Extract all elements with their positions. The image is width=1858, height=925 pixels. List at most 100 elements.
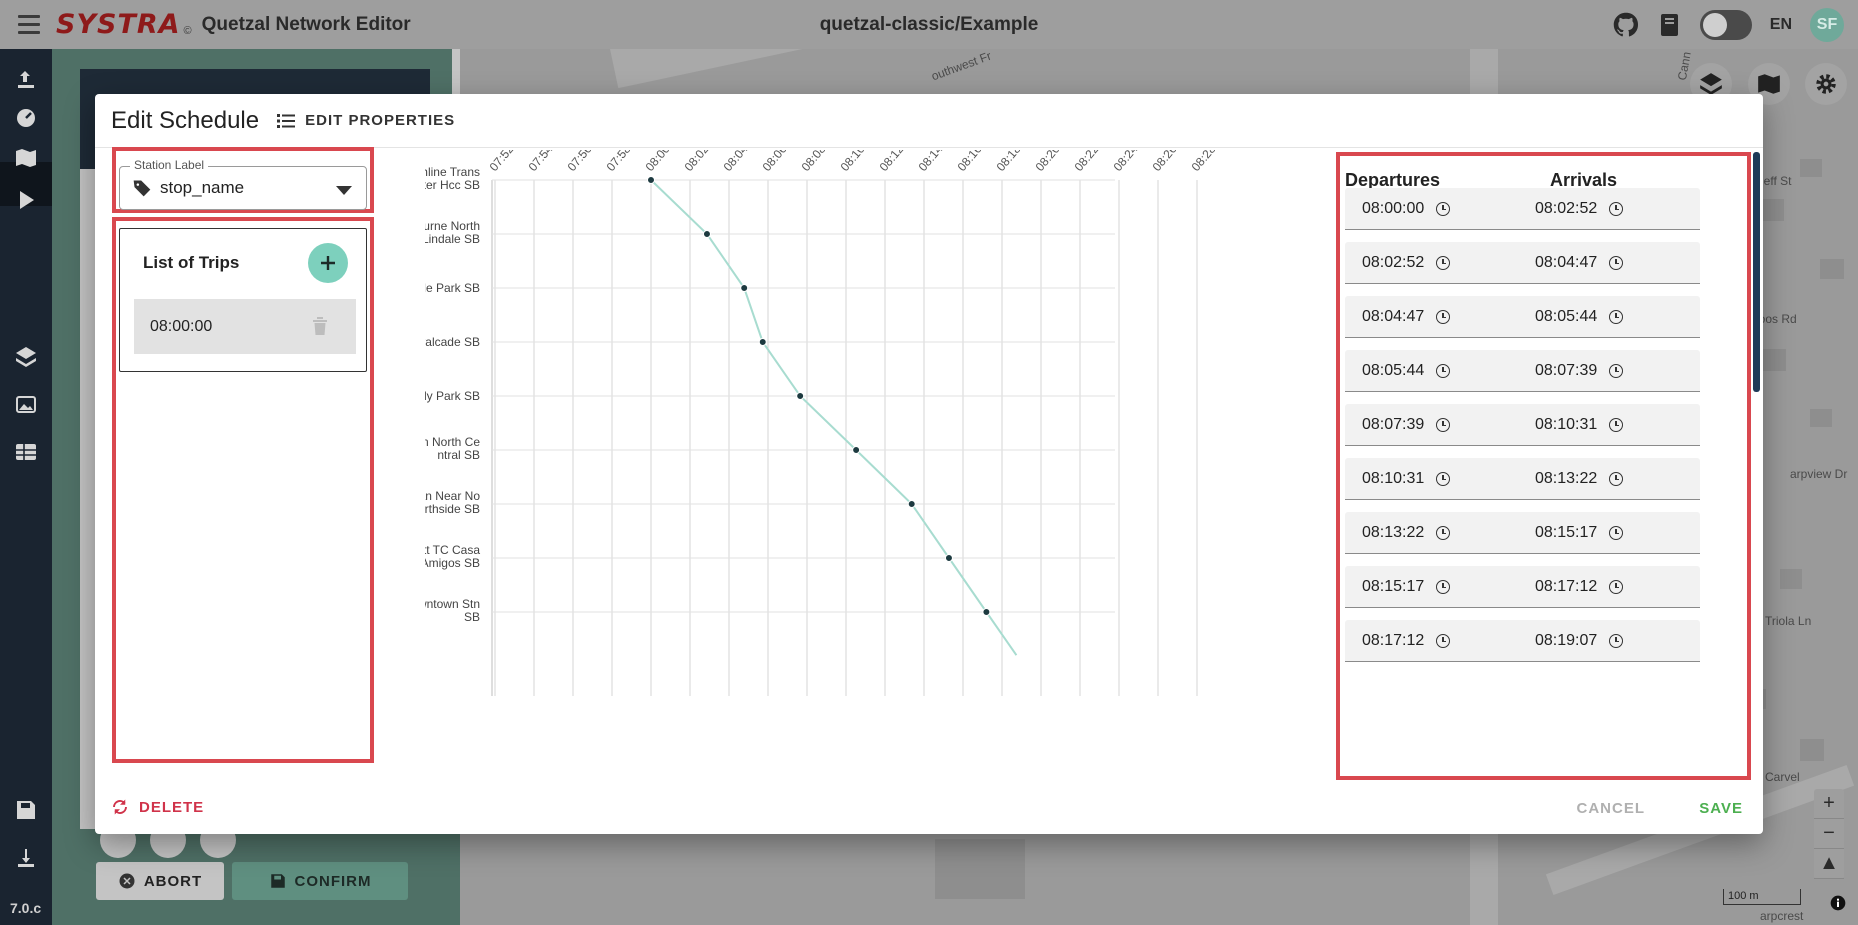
cancel-button[interactable]: CANCEL — [1577, 800, 1646, 817]
download-icon[interactable] — [14, 846, 38, 870]
departure-time-field[interactable]: 08:05:44 — [1345, 350, 1527, 392]
x-tick-label: 07:52 — [487, 150, 517, 174]
station-label-select[interactable]: Station Label stop_name — [119, 158, 367, 210]
clock-icon[interactable] — [1436, 633, 1451, 648]
station-label: SB — [464, 610, 480, 624]
delete-button[interactable]: DELETE — [111, 798, 204, 816]
stop-point — [796, 392, 805, 400]
stop-point — [758, 338, 767, 346]
departure-time-field[interactable]: 08:17:12 — [1345, 620, 1527, 662]
speedometer-icon[interactable] — [14, 105, 38, 129]
arrival-time-field[interactable]: 08:15:17 — [1518, 512, 1700, 554]
x-tick-label: 08:12 — [877, 150, 907, 174]
top-app-bar: SYSTRA © Quetzal Network Editor quetzal-… — [0, 0, 1858, 49]
delete-label: DELETE — [139, 798, 205, 816]
x-tick-label: 07:58 — [604, 150, 634, 174]
time-value: 08:02:52 — [1362, 253, 1425, 271]
arrival-time-field[interactable]: 08:05:44 — [1518, 296, 1700, 338]
time-value: 08:10:31 — [1362, 469, 1425, 487]
dialog-scrollbar[interactable] — [1753, 152, 1760, 392]
departure-time-field[interactable]: 08:13:22 — [1345, 512, 1527, 554]
map-icon[interactable] — [14, 146, 38, 170]
arrival-time-field[interactable]: 08:02:52 — [1518, 188, 1700, 230]
time-value: 08:04:47 — [1362, 307, 1425, 325]
arrival-time-field[interactable]: 08:19:07 — [1518, 620, 1700, 662]
play-icon[interactable] — [14, 188, 38, 212]
time-value: 08:19:07 — [1535, 631, 1598, 649]
departure-time-field[interactable]: 08:07:39 — [1345, 404, 1527, 446]
departure-time-field[interactable]: 08:10:31 — [1345, 458, 1527, 500]
trip-item[interactable]: 08:00:00 — [134, 299, 356, 354]
clock-icon[interactable] — [1436, 201, 1451, 216]
departure-time-field[interactable]: 08:04:47 — [1345, 296, 1527, 338]
clock-icon[interactable] — [1609, 309, 1624, 324]
departure-time-field[interactable]: 08:02:52 — [1345, 242, 1527, 284]
clock-icon[interactable] — [1609, 471, 1624, 486]
github-icon[interactable] — [1612, 11, 1640, 39]
stop-point — [740, 284, 749, 292]
abort-label: ABORT — [143, 872, 203, 890]
clock-icon[interactable] — [1609, 525, 1624, 540]
x-tick-label: 08:26 — [1150, 150, 1180, 174]
trips-card: List of Trips 08:00:00 — [119, 228, 367, 372]
save-icon[interactable] — [14, 798, 38, 822]
list-icon — [277, 113, 296, 128]
upload-icon[interactable] — [14, 67, 38, 91]
departure-time-field[interactable]: 08:00:00 — [1345, 188, 1527, 230]
settings-button[interactable] — [1805, 63, 1847, 105]
confirm-button[interactable]: CONFIRM — [232, 862, 408, 900]
abort-button[interactable]: ABORT — [96, 862, 224, 900]
clock-icon[interactable] — [1436, 255, 1451, 270]
add-trip-button[interactable] — [308, 243, 348, 283]
station-label: Lindale Park SB — [425, 281, 480, 295]
station-label: Quitman Near No — [425, 489, 480, 503]
time-value: 08:13:22 — [1535, 469, 1598, 487]
layers-icon[interactable] — [14, 345, 38, 369]
user-avatar[interactable]: SF — [1810, 8, 1844, 42]
arrival-time-field[interactable]: 08:07:39 — [1518, 350, 1700, 392]
clock-icon[interactable] — [1436, 417, 1451, 432]
station-label-caption: Station Label — [130, 158, 209, 172]
table-icon[interactable] — [14, 440, 38, 464]
theme-toggle[interactable] — [1699, 10, 1752, 40]
x-tick-label: 08:02 — [682, 150, 712, 174]
clock-icon[interactable] — [1436, 579, 1451, 594]
time-value: 08:00:00 — [1362, 199, 1425, 217]
info-icon[interactable] — [1830, 895, 1846, 911]
clock-icon[interactable] — [1436, 309, 1451, 324]
time-value: 08:04:47 — [1535, 253, 1598, 271]
departure-time-field[interactable]: 08:15:17 — [1345, 566, 1527, 608]
clock-icon[interactable] — [1609, 201, 1624, 216]
map-street-label: Carvel — [1765, 770, 1800, 784]
station-label: De Amigos SB — [425, 556, 480, 570]
clock-icon[interactable] — [1609, 363, 1624, 378]
clock-icon[interactable] — [1436, 525, 1451, 540]
arrival-time-field[interactable]: 08:17:12 — [1518, 566, 1700, 608]
language-selector[interactable]: EN — [1770, 16, 1792, 34]
zoom-controls: + − ▲ — [1814, 789, 1844, 879]
book-icon[interactable] — [1658, 12, 1682, 38]
compass-button[interactable]: ▲ — [1814, 849, 1844, 879]
clock-icon[interactable] — [1436, 471, 1451, 486]
image-icon[interactable] — [14, 393, 38, 417]
clock-icon[interactable] — [1436, 363, 1451, 378]
save-button[interactable]: SAVE — [1699, 800, 1743, 817]
time-value: 08:17:12 — [1362, 631, 1425, 649]
edit-properties-button[interactable]: EDIT PROPERTIES — [277, 112, 455, 129]
hamburger-menu-icon[interactable] — [18, 15, 40, 34]
trash-icon[interactable] — [312, 316, 328, 336]
clock-icon[interactable] — [1609, 579, 1624, 594]
zoom-out-button[interactable]: − — [1814, 819, 1844, 849]
x-tick-label: 08:10 — [838, 150, 868, 174]
clock-icon[interactable] — [1609, 633, 1624, 648]
edit-schedule-dialog: Edit Schedule EDIT PROPERTIES Station La… — [95, 94, 1763, 834]
zoom-in-button[interactable]: + — [1814, 789, 1844, 819]
arrival-time-field[interactable]: 08:13:22 — [1518, 458, 1700, 500]
trips-title: List of Trips — [143, 253, 240, 272]
x-tick-label: 08:22 — [1072, 150, 1102, 174]
gear-icon — [1816, 74, 1836, 94]
clock-icon[interactable] — [1609, 417, 1624, 432]
arrival-time-field[interactable]: 08:04:47 — [1518, 242, 1700, 284]
clock-icon[interactable] — [1609, 255, 1624, 270]
arrival-time-field[interactable]: 08:10:31 — [1518, 404, 1700, 446]
